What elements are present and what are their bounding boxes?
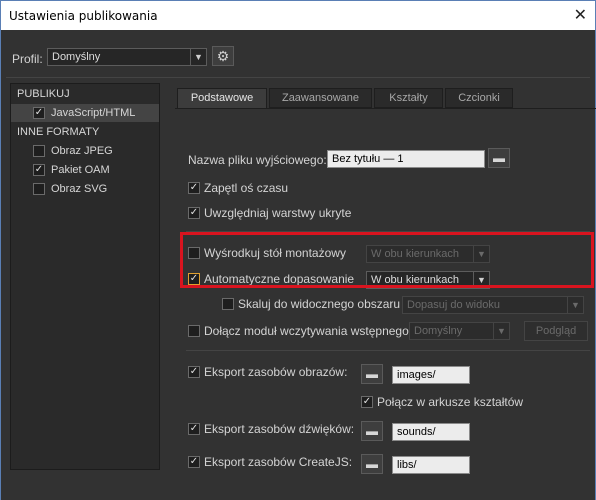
preloader-label: Dołącz moduł wczytywania wstępnego <box>204 324 409 338</box>
scale-visible-label: Skaluj do widocznego obszaru <box>238 297 401 311</box>
checkbox-checked-icon[interactable]: ✓ <box>33 164 45 176</box>
profile-label: Profil: <box>12 52 43 66</box>
tab-fonts[interactable]: Czcionki <box>445 88 513 108</box>
title-bar: Ustawienia publikowania ✕ <box>0 0 596 30</box>
section-other-formats: INNE FORMATY <box>17 126 100 138</box>
loop-timeline-checkbox[interactable]: ✓ <box>188 182 200 194</box>
preview-button[interactable]: Podgląd <box>524 321 588 341</box>
sidebar-item-label: Obraz JPEG <box>51 145 113 157</box>
sidebar-item-jpeg[interactable]: Obraz JPEG <box>11 142 159 160</box>
export-images-checkbox[interactable]: ✓ <box>188 366 200 378</box>
folder-icon[interactable]: ▬ <box>361 421 383 441</box>
folder-icon[interactable]: ▬ <box>488 148 510 168</box>
folder-icon[interactable]: ▬ <box>361 364 383 384</box>
export-sounds-label: Eksport zasobów dźwięków: <box>204 422 355 436</box>
scale-visible-value: Dopasuj do widoku <box>407 299 500 311</box>
tab-advanced[interactable]: Zaawansowane <box>269 88 372 108</box>
preloader-value: Domyślny <box>414 325 463 337</box>
loop-timeline-label: Zapętl oś czasu <box>204 181 289 195</box>
section-publish: PUBLIKUJ <box>17 88 70 100</box>
checkbox-icon[interactable] <box>33 145 45 157</box>
sidebar-item-label: Obraz SVG <box>51 183 108 195</box>
combine-spritesheets-label: Połącz w arkusze kształtów <box>377 395 524 409</box>
gear-icon[interactable]: ⚙ <box>212 46 234 66</box>
format-sidebar: PUBLIKUJ ✓ JavaScript/HTML INNE FORMATY … <box>10 83 160 470</box>
separator <box>6 77 590 78</box>
checkbox-icon[interactable] <box>33 183 45 195</box>
images-path-field[interactable]: images/ <box>392 366 470 384</box>
export-createjs-label: Eksport zasobów CreateJS: <box>204 455 353 469</box>
profile-value: Domyślny <box>52 51 101 63</box>
preloader-checkbox[interactable] <box>188 325 200 337</box>
export-sounds-checkbox[interactable]: ✓ <box>188 423 200 435</box>
close-icon[interactable]: ✕ <box>574 5 587 24</box>
sidebar-item-label: JavaScript/HTML <box>51 107 136 119</box>
include-hidden-layers-label: Uwzględniaj warstwy ukryte <box>204 206 352 220</box>
sidebar-item-javascript-html[interactable]: ✓ JavaScript/HTML <box>11 104 159 122</box>
include-hidden-layers-checkbox[interactable]: ✓ <box>188 207 200 219</box>
chevron-down-icon: ▼ <box>493 323 509 339</box>
window-title: Ustawienia publikowania <box>9 9 158 23</box>
preloader-dropdown[interactable]: Domyślny ▼ <box>409 322 510 340</box>
scale-visible-dropdown[interactable]: Dopasuj do widoku ▼ <box>402 296 584 314</box>
tab-shapes[interactable]: Kształty <box>374 88 443 108</box>
highlight-box <box>180 232 594 288</box>
tab-basic[interactable]: Podstawowe <box>177 88 267 109</box>
checkbox-checked-icon[interactable]: ✓ <box>33 107 45 119</box>
sidebar-item-label: Pakiet OAM <box>51 164 110 176</box>
chevron-down-icon: ▼ <box>567 297 583 313</box>
output-filename-label: Nazwa pliku wyjściowego: <box>188 153 327 167</box>
output-filename-field[interactable]: Bez tytułu — 1 <box>327 150 485 168</box>
sidebar-item-oam[interactable]: ✓ Pakiet OAM <box>11 161 159 179</box>
sounds-path-field[interactable]: sounds/ <box>392 423 470 441</box>
scale-visible-checkbox[interactable] <box>222 298 234 310</box>
separator <box>186 350 590 351</box>
combine-spritesheets-checkbox[interactable]: ✓ <box>361 396 373 408</box>
chevron-down-icon: ▼ <box>190 49 206 65</box>
export-createjs-checkbox[interactable]: ✓ <box>188 456 200 468</box>
export-images-label: Eksport zasobów obrazów: <box>204 365 348 379</box>
sidebar-item-svg[interactable]: Obraz SVG <box>11 180 159 198</box>
profile-dropdown[interactable]: Domyślny ▼ <box>47 48 207 66</box>
folder-icon[interactable]: ▬ <box>361 454 383 474</box>
libs-path-field[interactable]: libs/ <box>392 456 470 474</box>
